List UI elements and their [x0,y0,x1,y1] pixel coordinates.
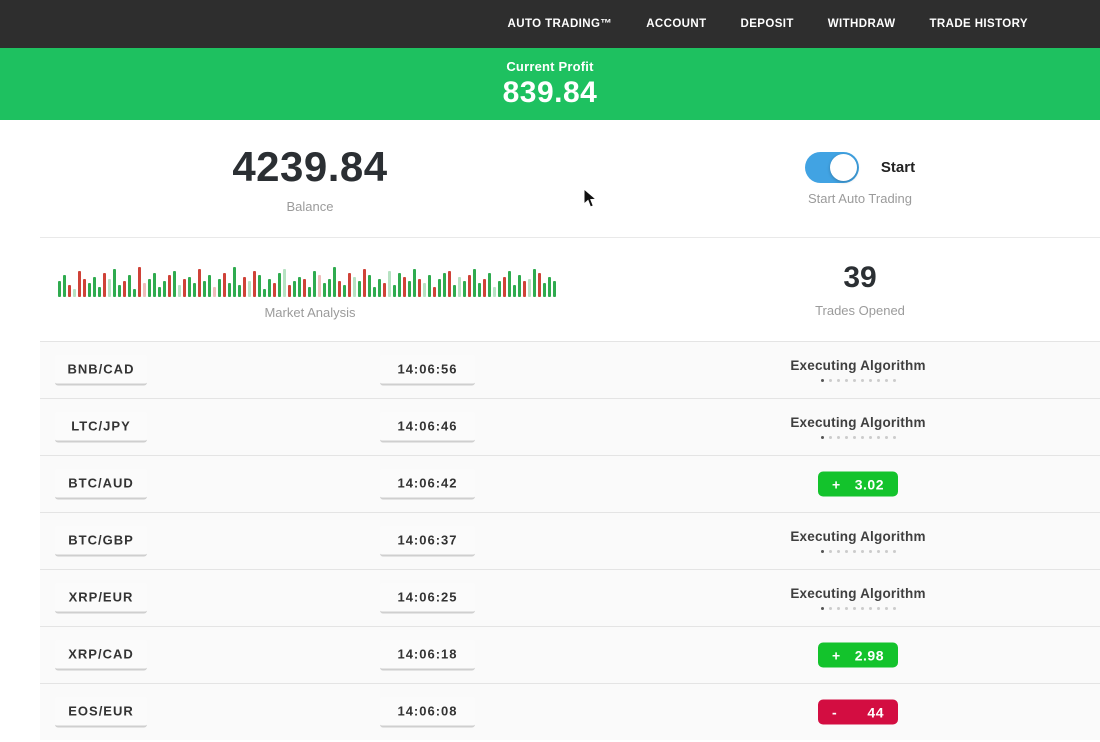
progress-dots [821,550,896,553]
pair-chip: BTC/AUD [55,469,147,500]
trade-result: Executing Algorithm [698,358,1018,382]
table-row: EOS/EUR 14:06:08 - 44 [40,683,1100,740]
time-chip: 14:06:08 [380,697,475,728]
market-analysis-chart [58,259,563,297]
trade-result: Executing Algorithm [698,586,1018,610]
progress-dots [821,379,896,382]
time-chip: 14:06:42 [380,469,475,500]
trade-result: +3.02 [698,472,1018,497]
badge-value: 3.02 [855,476,884,492]
table-row: XRP/CAD 14:06:18 +2.98 [40,626,1100,683]
badge-sign: - [832,704,837,720]
time-chip: 14:06:56 [380,355,475,386]
loss-badge: - 44 [818,700,898,725]
nav-item-account[interactable]: ACCOUNT [646,18,706,30]
balance-value: 4239.84 [232,143,387,191]
balance-section: 4239.84 Balance Start Start Auto Trading [0,120,1100,237]
time-chip: 14:06:25 [380,583,475,614]
pair-chip: XRP/CAD [55,640,147,671]
table-row: BTC/GBP 14:06:37 Executing Algorithm [40,512,1100,569]
top-navigation: AUTO TRADING™ ACCOUNT DEPOSIT WITHDRAW TRADE… [0,0,1100,48]
pair-chip: XRP/EUR [55,583,147,614]
executing-algorithm-label: Executing Algorithm [790,358,925,373]
trade-result: - 44 [698,700,1018,725]
nav-item-trade-history[interactable]: TRADE HISTORY [930,18,1029,30]
time-chip: 14:06:18 [380,640,475,671]
nav-item-auto-trading[interactable]: AUTO TRADING™ [508,18,613,30]
market-section: Market Analysis 39 Trades Opened [0,238,1100,341]
current-profit-value: 839.84 [503,76,598,110]
profit-badge: +3.02 [818,472,898,497]
trades-list: BNB/CAD14:06:56Executing AlgorithmLTC/JP… [0,341,1100,740]
table-row: BTC/AUD 14:06:42 +3.02 [40,455,1100,512]
table-row: LTC/JPY 14:06:46 Executing Algorithm [40,398,1100,455]
progress-dots [821,607,896,610]
badge-sign: + [832,647,841,663]
pair-chip: BTC/GBP [55,526,147,557]
trades-opened-value: 39 [843,261,876,295]
pair-chip: EOS/EUR [55,697,147,728]
profit-badge: +2.98 [818,643,898,668]
progress-dots [821,436,896,439]
executing-algorithm-label: Executing Algorithm [790,529,925,544]
badge-value: 44 [867,704,884,720]
trades-opened-label: Trades Opened [815,303,905,318]
time-chip: 14:06:46 [380,412,475,443]
balance-label: Balance [287,199,334,214]
table-row: BNB/CAD 14:06:56 Executing Algorithm [40,341,1100,398]
table-row: XRP/EUR 14:06:25 Executing Algorithm [40,569,1100,626]
trade-result: Executing Algorithm [698,415,1018,439]
pair-chip: BNB/CAD [55,355,147,386]
executing-algorithm-label: Executing Algorithm [790,415,925,430]
toggle-knob [830,154,857,181]
market-analysis-label: Market Analysis [264,305,355,320]
toggle-label: Start [881,159,915,176]
current-profit-label: Current Profit [506,59,593,74]
auto-trading-toggle[interactable] [805,152,859,183]
trade-result: Executing Algorithm [698,529,1018,553]
badge-sign: + [832,476,841,492]
badge-value: 2.98 [855,647,884,663]
nav-item-deposit[interactable]: DEPOSIT [741,18,794,30]
trade-result: +2.98 [698,643,1018,668]
auto-trading-caption: Start Auto Trading [808,191,912,206]
executing-algorithm-label: Executing Algorithm [790,586,925,601]
nav-item-withdraw[interactable]: WITHDRAW [828,18,896,30]
pair-chip: LTC/JPY [55,412,147,443]
time-chip: 14:06:37 [380,526,475,557]
current-profit-banner: Current Profit 839.84 [0,48,1100,120]
